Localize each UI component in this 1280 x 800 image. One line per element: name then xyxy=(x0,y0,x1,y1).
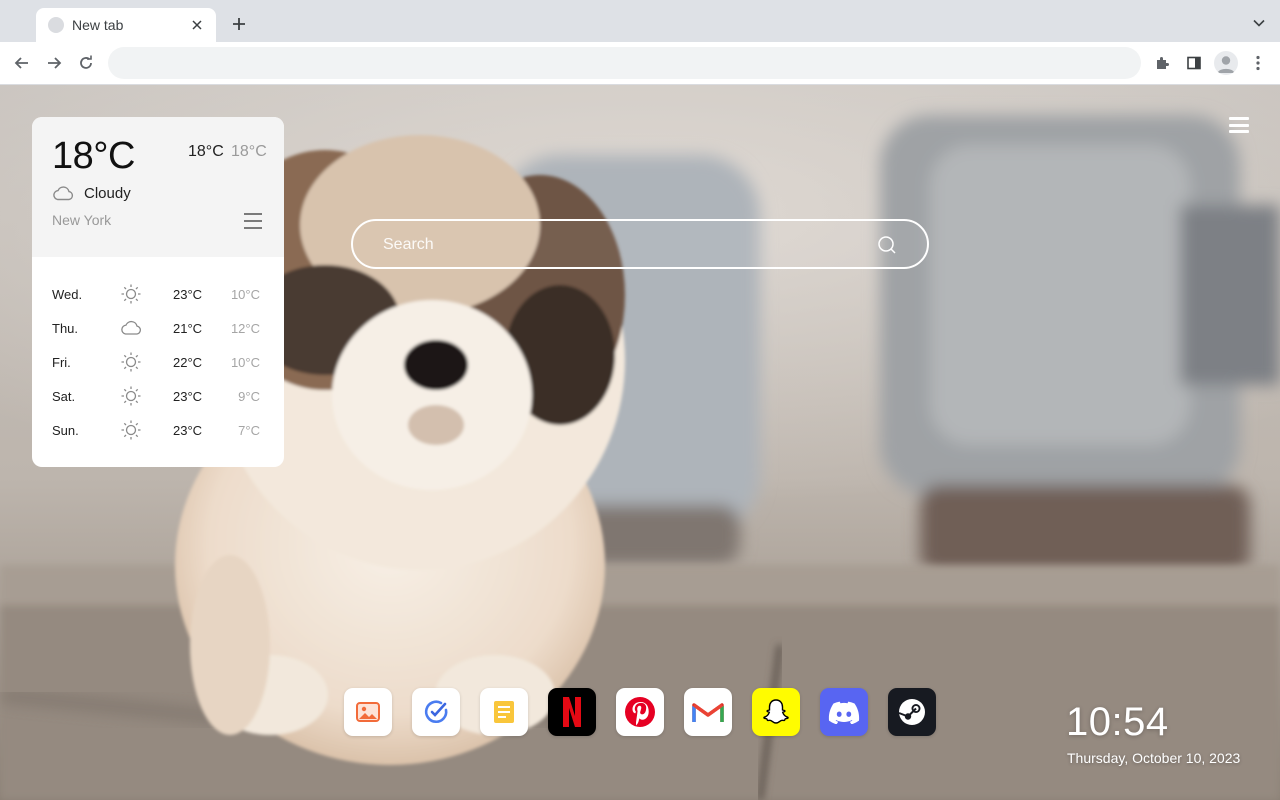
forecast-day: Thu. xyxy=(52,321,79,336)
weather-widget: 18°C 18°C 18°C Cloudy New York Wed. 23°C… xyxy=(32,117,284,467)
weather-current: 18°C 18°C 18°C Cloudy New York xyxy=(32,117,284,257)
new-tab-page: 18°C 18°C 18°C Cloudy New York Wed. 23°C… xyxy=(0,85,1280,800)
search-icon[interactable] xyxy=(877,235,897,255)
forecast-row: Wed. 23°C 10°C xyxy=(32,277,284,311)
shortcut-pinterest[interactable] xyxy=(616,688,664,736)
shortcut-discord[interactable] xyxy=(820,688,868,736)
forecast-row: Sun. 23°C 7°C xyxy=(32,413,284,447)
today-high-temperature: 18°C xyxy=(188,143,224,160)
current-temperature: 18°C xyxy=(52,135,135,177)
sun-icon xyxy=(121,284,141,304)
steam-icon xyxy=(898,699,925,725)
forecast-day: Wed. xyxy=(52,287,83,302)
shortcut-notes[interactable] xyxy=(480,688,528,736)
forecast-high: 23°C xyxy=(173,389,203,404)
clock-date: Thursday, October 10, 2023 xyxy=(1067,750,1241,766)
back-button[interactable] xyxy=(11,52,33,74)
tab-title: New tab xyxy=(72,17,124,33)
menu-line xyxy=(1229,123,1249,127)
side-panel-icon[interactable] xyxy=(1183,52,1205,74)
forecast-day: Sun. xyxy=(52,423,79,438)
shortcut-steam[interactable] xyxy=(888,688,936,736)
menu-line xyxy=(244,227,262,229)
extensions-icon[interactable] xyxy=(1151,52,1173,74)
forward-button[interactable] xyxy=(43,52,65,74)
netflix-icon xyxy=(563,697,581,727)
profile-avatar[interactable] xyxy=(1214,51,1238,75)
weather-city: New York xyxy=(52,212,112,228)
gmail-icon xyxy=(692,703,724,722)
snapchat-icon xyxy=(763,699,789,724)
page-menu-button[interactable] xyxy=(1228,115,1250,135)
forecast-low: 9°C xyxy=(238,389,260,404)
tab-close-icon[interactable] xyxy=(188,16,206,34)
shortcut-photos[interactable] xyxy=(344,688,392,736)
forecast-row: Thu. 21°C 12°C xyxy=(32,311,284,345)
weather-forecast: Wed. 23°C 10°C Thu. 21°C 12°C Fri. 22°C … xyxy=(32,277,284,447)
forecast-high: 22°C xyxy=(173,355,203,370)
menu-line xyxy=(244,213,262,215)
photos-icon xyxy=(356,702,380,722)
tab-search-chevron-icon[interactable] xyxy=(1250,14,1268,32)
search-box xyxy=(351,219,929,269)
forecast-low: 12°C xyxy=(230,321,260,336)
address-bar[interactable] xyxy=(108,47,1141,79)
forecast-low: 10°C xyxy=(230,287,260,302)
cloud-icon xyxy=(121,320,141,335)
forecast-high: 23°C xyxy=(173,287,203,302)
forecast-row: Sat. 23°C 9°C xyxy=(32,379,284,413)
forecast-low: 10°C xyxy=(230,355,260,370)
tab-favicon-icon xyxy=(48,17,64,33)
sun-icon xyxy=(121,420,141,440)
shortcut-snapchat[interactable] xyxy=(752,688,800,736)
shortcut-netflix[interactable] xyxy=(548,688,596,736)
notes-icon xyxy=(494,701,514,723)
forecast-low: 7°C xyxy=(238,423,260,438)
reload-button[interactable] xyxy=(75,52,97,74)
sun-icon xyxy=(121,386,141,406)
tab-strip: New tab xyxy=(0,0,1280,42)
forecast-high: 21°C xyxy=(173,321,203,336)
menu-line xyxy=(1229,117,1249,120)
shortcuts-dock xyxy=(344,688,936,736)
menu-line xyxy=(1229,130,1249,133)
discord-icon xyxy=(828,701,860,724)
forecast-day: Sat. xyxy=(52,389,76,404)
cloud-icon xyxy=(53,186,73,201)
tab-new-tab[interactable]: New tab xyxy=(36,8,216,42)
weather-menu-icon[interactable] xyxy=(244,213,262,229)
today-low-temperature: 18°C xyxy=(231,143,267,160)
weather-condition: Cloudy xyxy=(84,185,131,202)
shortcut-tasks[interactable] xyxy=(412,688,460,736)
clock-time: 10:54 xyxy=(1066,700,1169,744)
search-input[interactable] xyxy=(383,233,863,257)
browser-toolbar xyxy=(0,42,1280,85)
new-tab-button[interactable] xyxy=(228,13,250,35)
check-icon xyxy=(424,700,448,724)
pinterest-icon xyxy=(625,697,655,727)
forecast-day: Fri. xyxy=(52,355,71,370)
more-menu-icon[interactable] xyxy=(1247,52,1269,74)
forecast-high: 23°C xyxy=(173,423,203,438)
shortcut-gmail[interactable] xyxy=(684,688,732,736)
forecast-row: Fri. 22°C 10°C xyxy=(32,345,284,379)
menu-line xyxy=(244,220,262,222)
sun-icon xyxy=(121,352,141,372)
